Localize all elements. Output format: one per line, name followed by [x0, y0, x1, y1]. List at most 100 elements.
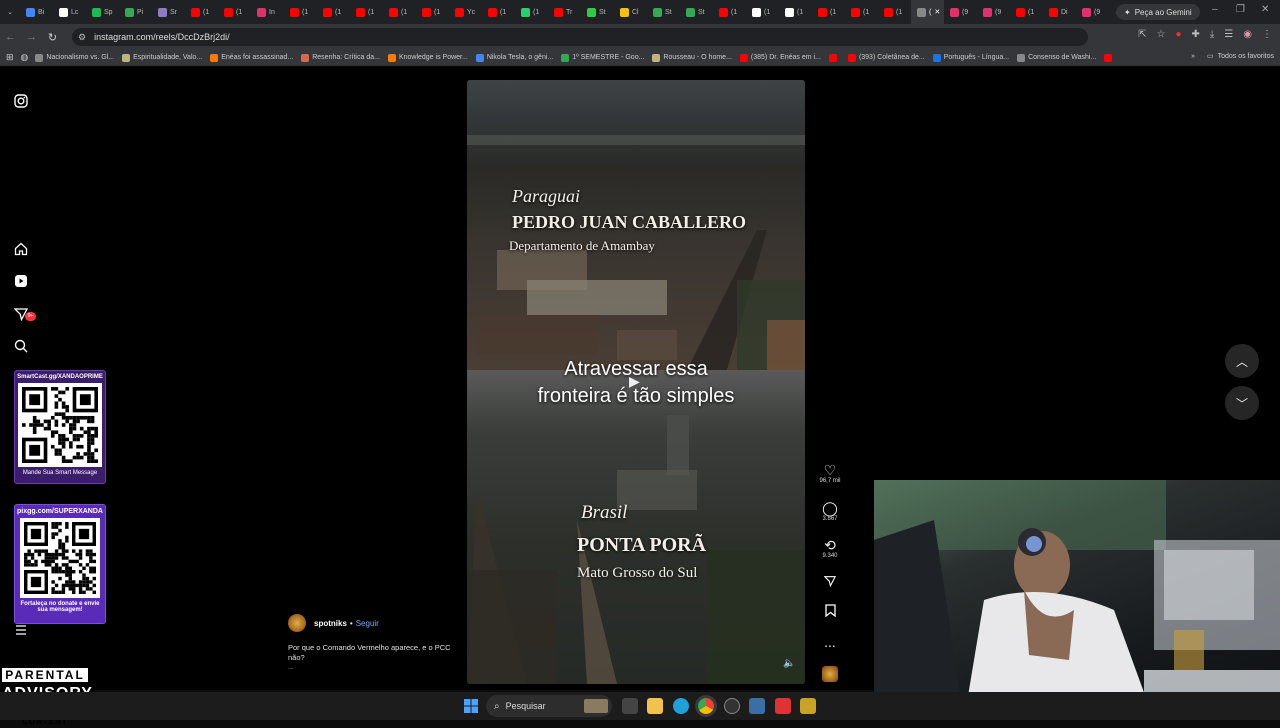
bookmark-item[interactable]: (393) Coletânea de...	[844, 53, 929, 62]
menu-kebab-icon[interactable]: ⋮	[1262, 29, 1272, 40]
bookmark-star-icon[interactable]: ☆	[1156, 29, 1165, 40]
task-view-icon[interactable]	[622, 698, 638, 714]
comment-action[interactable]: ◯ 3.867	[815, 500, 845, 522]
browser-tab[interactable]: (1	[812, 0, 845, 24]
browser-tab[interactable]: (1	[746, 0, 779, 24]
browser-tab[interactable]: (1	[416, 0, 449, 24]
like-action[interactable]: ♡ 96,7 mil	[815, 462, 845, 484]
bookmark-item[interactable]: (385) Dr. Enéas em i...	[736, 53, 825, 62]
bookmark-item[interactable]: Enéas foi assassinad...	[206, 53, 297, 62]
browser-tab[interactable]: (1	[515, 0, 548, 24]
browser-tab[interactable]: St	[647, 0, 680, 24]
obs-icon[interactable]	[724, 698, 740, 714]
bookmark-item[interactable]: Nacionalismo vs. Gl...	[31, 53, 118, 62]
instagram-icon[interactable]	[12, 92, 30, 110]
browser-tab[interactable]: St	[680, 0, 713, 24]
bookmark-item[interactable]: Espiritualidade, Valo...	[118, 53, 206, 62]
browser-tab[interactable]: Pi	[119, 0, 152, 24]
play-icon[interactable]: ▶	[629, 373, 640, 390]
yellow-app-icon[interactable]	[800, 698, 816, 714]
browser-tab[interactable]: St	[581, 0, 614, 24]
reels-icon[interactable]	[12, 272, 30, 290]
browser-tab[interactable]: (9	[1076, 0, 1109, 24]
browser-tab[interactable]: (1	[482, 0, 515, 24]
extensions-icon[interactable]: ✚	[1191, 29, 1199, 40]
bookmark-icon[interactable]	[815, 604, 845, 620]
browser-tab[interactable]: (1	[185, 0, 218, 24]
chrome-icon[interactable]	[698, 698, 714, 714]
browser-tab[interactable]: (9	[977, 0, 1010, 24]
bookmark-item[interactable]: Português - Língua...	[929, 53, 1013, 62]
browser-tab[interactable]: Tr	[548, 0, 581, 24]
browser-tab[interactable]: Lc	[53, 0, 86, 24]
browser-tab[interactable]: (1	[779, 0, 812, 24]
browser-tab[interactable]: (1	[1010, 0, 1043, 24]
previous-reel-button[interactable]: ︿	[1225, 344, 1259, 378]
edge-icon[interactable]	[673, 698, 689, 714]
more-options-icon[interactable]: ...	[815, 634, 845, 650]
globe-icon[interactable]: ◍	[21, 52, 29, 63]
extension-red-icon[interactable]: ●	[1175, 29, 1181, 40]
bookmark-item[interactable]	[1100, 53, 1119, 62]
tab-close-icon[interactable]: ✕	[934, 8, 940, 16]
browser-tab[interactable]: (1	[350, 0, 383, 24]
author-name[interactable]: spotniks	[314, 619, 347, 628]
save-action[interactable]	[815, 604, 845, 620]
bookmark-item[interactable]: Knowledge is Power...	[384, 53, 472, 62]
follow-button[interactable]: Seguir	[356, 619, 379, 628]
home-icon[interactable]	[12, 240, 30, 258]
heart-icon[interactable]: ♡	[815, 462, 845, 478]
share-action[interactable]	[815, 574, 845, 590]
forward-icon[interactable]: →	[21, 31, 42, 43]
all-bookmarks-link[interactable]: Todos os favoritos	[1218, 53, 1274, 60]
mute-icon[interactable]: 🔈	[783, 658, 795, 669]
bookmark-item[interactable]: 1º SEMESTRE - Goo...	[557, 53, 648, 62]
bookmark-item[interactable]: Rousseau - O home...	[648, 53, 735, 62]
settings-icon[interactable]	[749, 698, 765, 714]
browser-tab[interactable]: (1	[878, 0, 911, 24]
author-avatar[interactable]	[288, 614, 306, 632]
close-window-icon[interactable]: ✕	[1261, 4, 1269, 15]
bookmark-item[interactable]: Nikola Tesla, o gêni...	[472, 53, 557, 62]
audio-avatar[interactable]	[822, 666, 838, 682]
download-icon[interactable]: ⤓	[1210, 29, 1214, 40]
windows-start-icon[interactable]	[464, 699, 478, 713]
browser-tab[interactable]: (1	[317, 0, 350, 24]
browser-tab[interactable]: (1	[218, 0, 251, 24]
bookmark-item[interactable]: Resenha: Crítica da...	[297, 53, 384, 62]
site-info-icon[interactable]: ⚙	[78, 32, 86, 43]
file-explorer-icon[interactable]	[647, 698, 663, 714]
back-icon[interactable]: ←	[0, 31, 21, 43]
browser-tab[interactable]: (1	[284, 0, 317, 24]
repost-action[interactable]: ⟲ 9.340	[815, 537, 845, 559]
next-reel-button[interactable]: ﹀	[1225, 386, 1259, 420]
apps-icon[interactable]: ⊞	[6, 52, 14, 63]
bookmark-item[interactable]: Consenso de Washi...	[1013, 53, 1100, 62]
bookmark-item[interactable]	[825, 53, 844, 62]
browser-tab[interactable]: Cl	[614, 0, 647, 24]
more-bookmarks-icon[interactable]: »	[1191, 53, 1195, 60]
browser-tab[interactable]: Di	[1043, 0, 1076, 24]
address-bar[interactable]: ⚙ instagram.com/reels/DccDzBrj2di/	[72, 28, 1088, 46]
browser-tab[interactable]: (1	[845, 0, 878, 24]
browser-tab[interactable]: (✕	[911, 0, 944, 24]
install-icon[interactable]: ⇱	[1138, 29, 1146, 40]
restore-icon[interactable]: ❐	[1236, 4, 1245, 15]
browser-tab[interactable]: (1	[713, 0, 746, 24]
taskbar-search[interactable]: ⌕ Pesquisar	[486, 695, 612, 717]
gemini-button[interactable]: ✦ Peça ao Gemini	[1116, 4, 1200, 20]
reel-video[interactable]: Paraguai PEDRO JUAN CABALLERO Departamen…	[467, 80, 805, 684]
tab-search-button[interactable]: ⌄	[0, 0, 20, 24]
caption-more[interactable]: ...	[288, 664, 294, 671]
profile-avatar[interactable]: ◉	[1243, 29, 1252, 40]
browser-tab[interactable]: Sp	[86, 0, 119, 24]
browser-tab[interactable]: Bi	[20, 0, 53, 24]
repost-icon[interactable]: ⟲	[815, 537, 845, 553]
red-app-icon[interactable]	[775, 698, 791, 714]
reload-icon[interactable]: ↻	[42, 31, 63, 44]
comment-icon[interactable]: ◯	[815, 500, 845, 516]
browser-tab[interactable]: (1	[383, 0, 416, 24]
media-icon[interactable]: ☰	[1224, 29, 1233, 40]
search-icon[interactable]	[12, 337, 30, 355]
more-action[interactable]: ...	[815, 634, 845, 650]
